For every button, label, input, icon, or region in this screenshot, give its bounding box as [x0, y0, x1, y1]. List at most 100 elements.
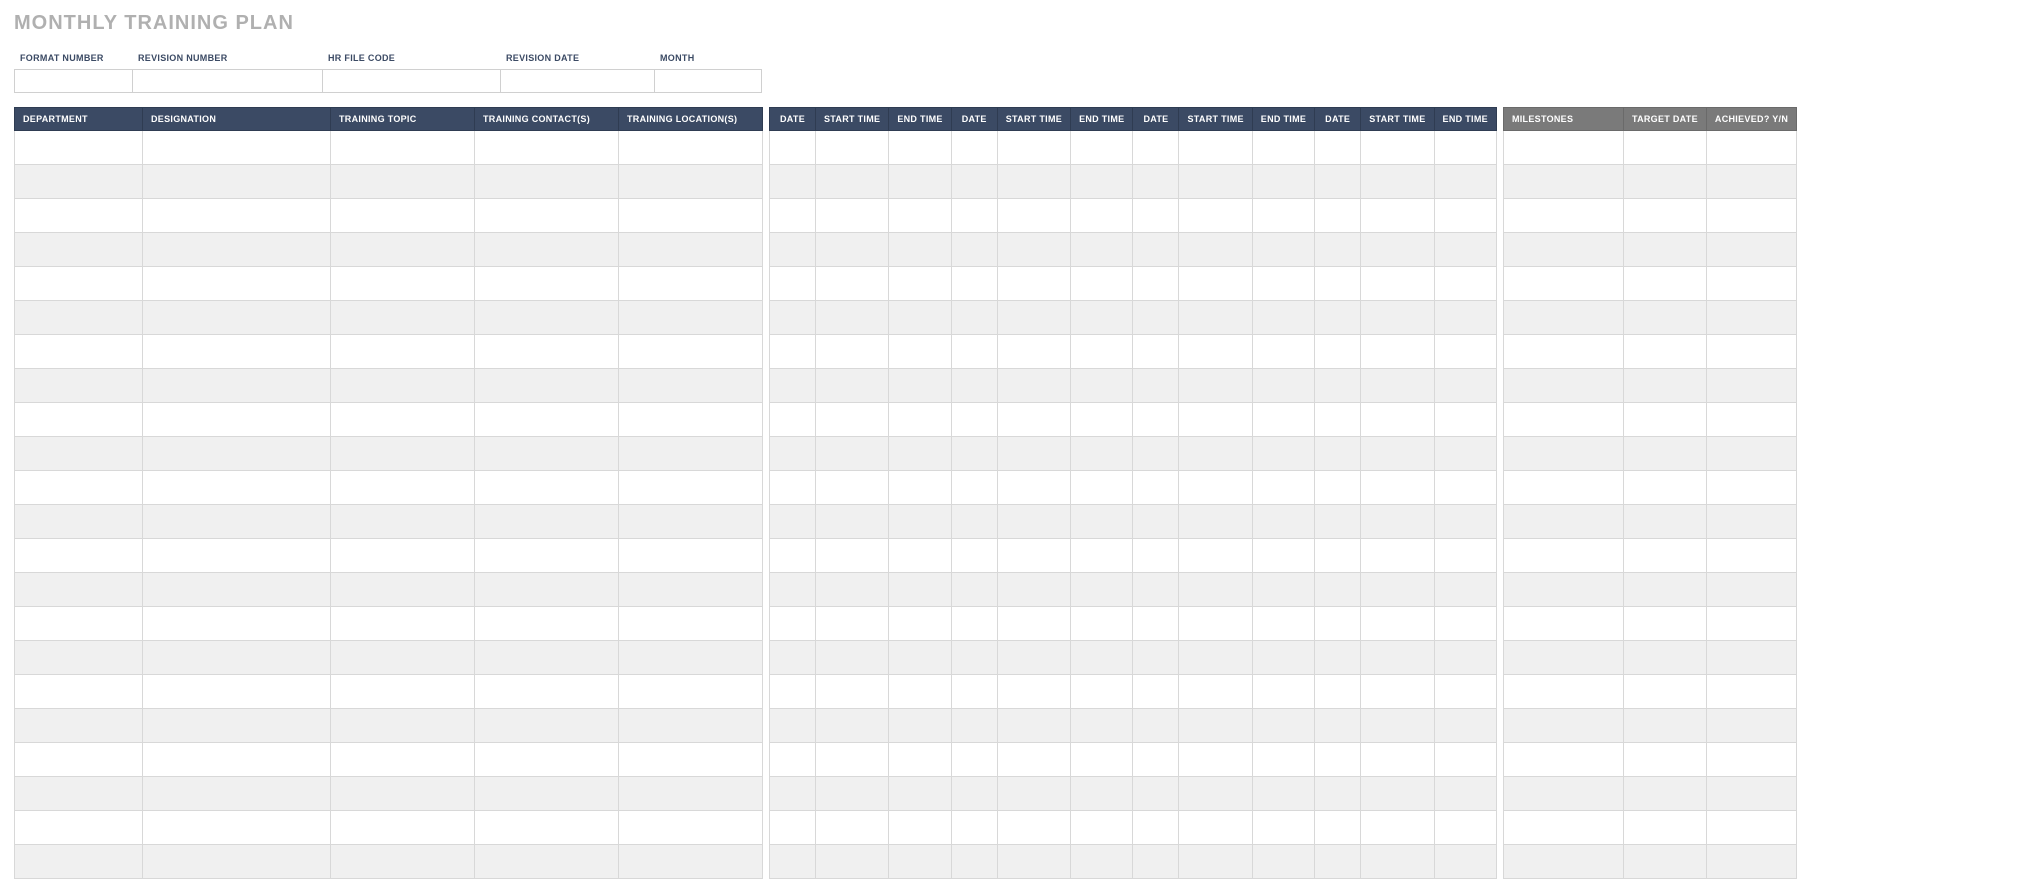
cell[interactable] — [1315, 369, 1361, 403]
cell[interactable] — [1071, 437, 1133, 471]
cell[interactable] — [1071, 369, 1133, 403]
cell[interactable] — [1071, 641, 1133, 675]
cell[interactable] — [1315, 199, 1361, 233]
cell[interactable] — [475, 369, 619, 403]
cell[interactable] — [1252, 165, 1314, 199]
cell[interactable] — [1315, 539, 1361, 573]
cell[interactable] — [1361, 335, 1434, 369]
cell[interactable] — [1179, 131, 1252, 165]
cell[interactable] — [1179, 675, 1252, 709]
cell[interactable] — [951, 607, 997, 641]
cell[interactable] — [997, 165, 1070, 199]
cell[interactable] — [951, 301, 997, 335]
cell[interactable] — [1434, 811, 1496, 845]
cell[interactable] — [997, 709, 1070, 743]
cell[interactable] — [475, 301, 619, 335]
meta-input-hr-file-code[interactable] — [322, 69, 500, 93]
cell[interactable] — [889, 301, 951, 335]
cell[interactable] — [816, 743, 889, 777]
cell[interactable] — [770, 845, 816, 879]
cell[interactable] — [475, 131, 619, 165]
cell[interactable] — [475, 743, 619, 777]
cell[interactable] — [889, 845, 951, 879]
cell[interactable] — [1071, 539, 1133, 573]
cell[interactable] — [997, 131, 1070, 165]
cell[interactable] — [475, 777, 619, 811]
cell[interactable] — [331, 267, 475, 301]
cell[interactable] — [1361, 539, 1434, 573]
cell[interactable] — [475, 641, 619, 675]
cell[interactable] — [770, 777, 816, 811]
cell[interactable] — [889, 675, 951, 709]
cell[interactable] — [1361, 607, 1434, 641]
cell[interactable] — [1179, 539, 1252, 573]
cell[interactable] — [1434, 539, 1496, 573]
cell[interactable] — [475, 403, 619, 437]
cell[interactable] — [1179, 573, 1252, 607]
cell[interactable] — [1179, 335, 1252, 369]
cell[interactable] — [997, 335, 1070, 369]
cell[interactable] — [1706, 165, 1796, 199]
cell[interactable] — [951, 335, 997, 369]
cell[interactable] — [997, 675, 1070, 709]
cell[interactable] — [1623, 403, 1706, 437]
cell[interactable] — [997, 845, 1070, 879]
cell[interactable] — [997, 369, 1070, 403]
cell[interactable] — [619, 573, 763, 607]
cell[interactable] — [816, 403, 889, 437]
cell[interactable] — [331, 437, 475, 471]
cell[interactable] — [1315, 403, 1361, 437]
cell[interactable] — [1071, 403, 1133, 437]
cell[interactable] — [475, 165, 619, 199]
cell[interactable] — [889, 777, 951, 811]
cell[interactable] — [1133, 539, 1179, 573]
cell[interactable] — [143, 165, 331, 199]
cell[interactable] — [1434, 165, 1496, 199]
meta-input-revision-date[interactable] — [500, 69, 654, 93]
cell[interactable] — [770, 403, 816, 437]
cell[interactable] — [997, 267, 1070, 301]
cell[interactable] — [1706, 233, 1796, 267]
cell[interactable] — [1361, 267, 1434, 301]
cell[interactable] — [1315, 471, 1361, 505]
cell[interactable] — [816, 199, 889, 233]
cell[interactable] — [1133, 301, 1179, 335]
cell[interactable] — [816, 539, 889, 573]
cell[interactable] — [1434, 301, 1496, 335]
cell[interactable] — [1503, 675, 1623, 709]
cell[interactable] — [1361, 709, 1434, 743]
cell[interactable] — [1252, 471, 1314, 505]
cell[interactable] — [619, 267, 763, 301]
cell[interactable] — [475, 267, 619, 301]
cell[interactable] — [889, 811, 951, 845]
cell[interactable] — [619, 607, 763, 641]
cell[interactable] — [1179, 845, 1252, 879]
cell[interactable] — [1179, 199, 1252, 233]
cell[interactable] — [1706, 471, 1796, 505]
cell[interactable] — [816, 709, 889, 743]
cell[interactable] — [619, 335, 763, 369]
cell[interactable] — [1434, 335, 1496, 369]
cell[interactable] — [331, 607, 475, 641]
cell[interactable] — [1503, 369, 1623, 403]
cell[interactable] — [889, 335, 951, 369]
cell[interactable] — [951, 709, 997, 743]
cell[interactable] — [1252, 369, 1314, 403]
cell[interactable] — [1179, 165, 1252, 199]
cell[interactable] — [1179, 301, 1252, 335]
cell[interactable] — [1361, 743, 1434, 777]
cell[interactable] — [1361, 233, 1434, 267]
cell[interactable] — [816, 437, 889, 471]
cell[interactable] — [1434, 709, 1496, 743]
cell[interactable] — [619, 165, 763, 199]
cell[interactable] — [1179, 811, 1252, 845]
cell[interactable] — [1071, 233, 1133, 267]
cell[interactable] — [331, 743, 475, 777]
cell[interactable] — [1252, 539, 1314, 573]
cell[interactable] — [1071, 301, 1133, 335]
cell[interactable] — [951, 131, 997, 165]
cell[interactable] — [1623, 743, 1706, 777]
cell[interactable] — [1706, 369, 1796, 403]
cell[interactable] — [1315, 743, 1361, 777]
cell[interactable] — [1179, 743, 1252, 777]
